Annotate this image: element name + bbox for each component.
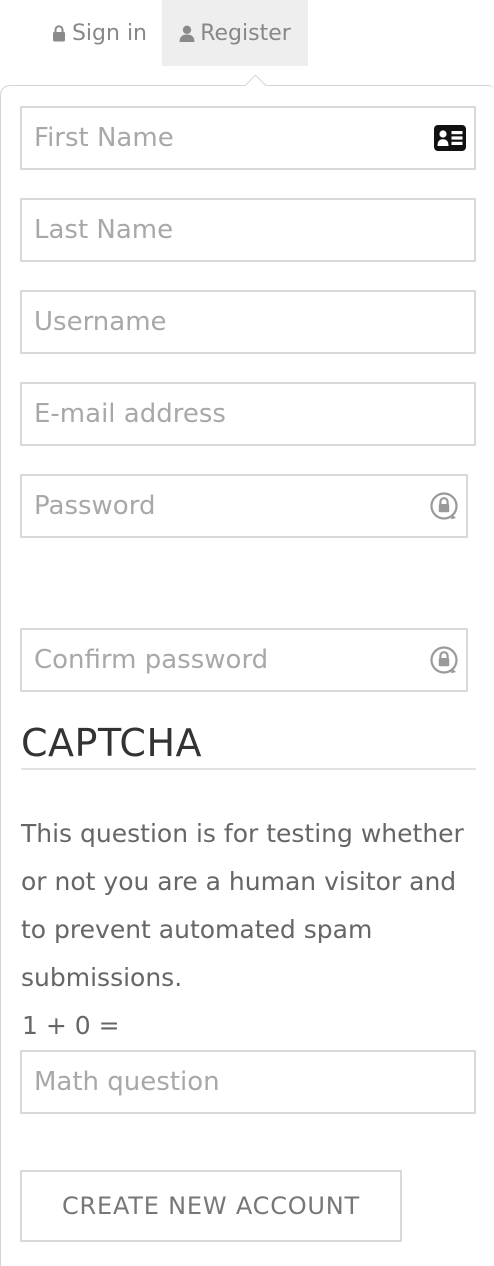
tab-register-label: Register	[200, 20, 291, 46]
last-name-input[interactable]	[22, 200, 474, 260]
lock-icon	[51, 24, 67, 42]
first-name-field	[20, 106, 476, 170]
create-account-button[interactable]: CREATE NEW ACCOUNT	[20, 1170, 402, 1242]
captcha-description: This question is for testing whether or …	[21, 819, 464, 992]
id-card-icon	[434, 125, 466, 151]
auth-tabs: Sign in Register	[0, 0, 494, 66]
first-name-input[interactable]	[22, 108, 474, 168]
math-question-input[interactable]	[22, 1052, 474, 1112]
confirm-password-field	[20, 628, 468, 692]
password-field	[20, 474, 468, 538]
password-lock-icon[interactable]	[430, 490, 458, 522]
user-icon	[179, 24, 195, 42]
math-question-field	[20, 1050, 476, 1114]
email-input[interactable]	[22, 384, 474, 444]
tab-sign-in[interactable]: Sign in	[40, 0, 158, 66]
password-lock-icon[interactable]	[430, 644, 458, 676]
last-name-field	[20, 198, 476, 262]
email-field	[20, 382, 476, 446]
username-field	[20, 290, 476, 354]
tab-sign-in-label: Sign in	[71, 20, 148, 46]
confirm-password-input[interactable]	[22, 630, 466, 690]
active-tab-caret	[243, 70, 269, 86]
password-input[interactable]	[22, 476, 466, 536]
tab-register[interactable]: Register	[162, 0, 308, 66]
username-input[interactable]	[22, 292, 474, 352]
captcha-heading: CAPTCHA	[21, 718, 476, 770]
math-question-label: 1 + 0 =	[22, 1011, 120, 1040]
